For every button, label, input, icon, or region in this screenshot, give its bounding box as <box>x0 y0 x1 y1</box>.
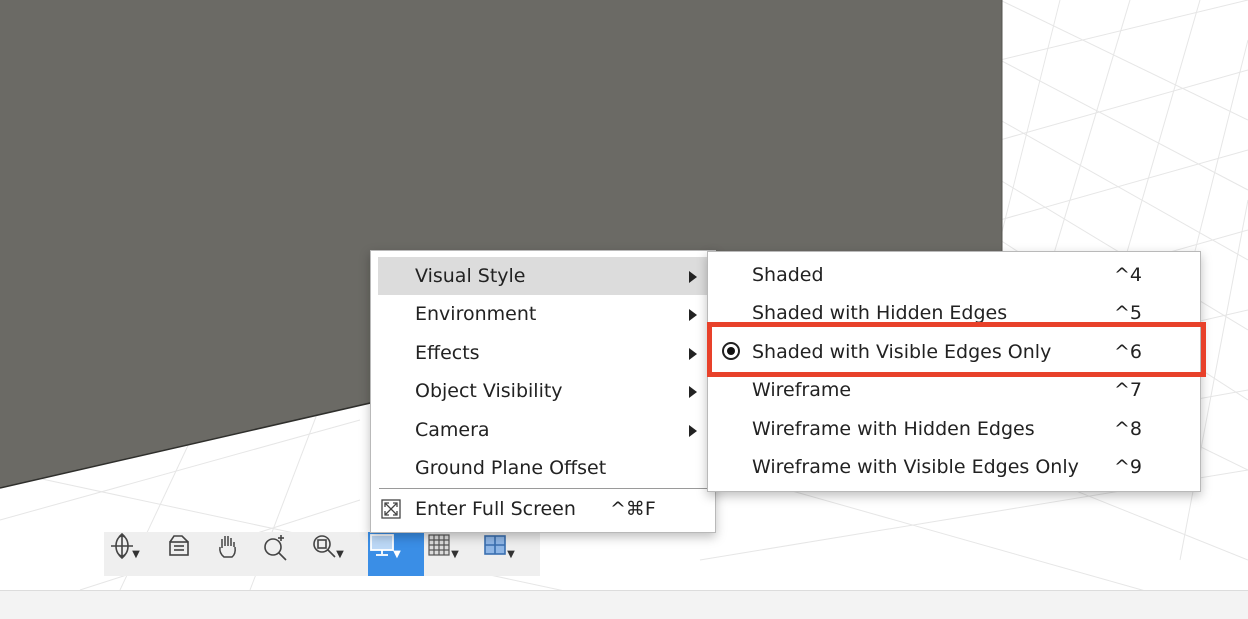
chevron-down-icon: ▼ <box>507 548 515 560</box>
submenu-arrow-icon <box>689 425 697 437</box>
visual-style-submenu: Shaded ^4 Shaded with Hidden Edges ^5 Sh… <box>707 251 1201 492</box>
menu-item-object-visibility[interactable]: Object Visibility <box>371 372 715 410</box>
menu-item-wireframe-visible-edges-only[interactable]: Wireframe with Visible Edges Only ^9 <box>708 448 1200 486</box>
menu-item-label: Wireframe with Hidden Edges <box>752 418 1035 440</box>
viewports-icon <box>484 535 506 555</box>
radio-selected-icon <box>722 342 740 360</box>
menu-item-label: Effects <box>415 342 480 364</box>
menu-item-label: Enter Full Screen <box>415 498 576 520</box>
orbit-icon <box>111 532 133 560</box>
chevron-down-icon: ▼ <box>451 548 459 560</box>
menu-item-label: Shaded <box>752 264 824 286</box>
orbit-tool[interactable]: ▼ <box>108 532 162 576</box>
shortcut-label: ^6 <box>1114 341 1143 363</box>
menu-item-enter-full-screen[interactable]: Enter Full Screen ^⌘F <box>371 490 715 528</box>
menu-item-label: Environment <box>415 303 537 325</box>
menu-item-label: Visual Style <box>415 265 526 287</box>
zoom-tool[interactable] <box>260 532 300 576</box>
menu-item-label: Camera <box>415 419 490 441</box>
display-settings-menu: Visual Style Environment Effects Object … <box>370 250 716 533</box>
look-at-tool[interactable] <box>166 532 204 576</box>
fullscreen-icon <box>381 499 401 519</box>
submenu-arrow-icon <box>689 348 697 360</box>
submenu-arrow-icon <box>689 309 697 321</box>
submenu-arrow-icon <box>689 271 697 283</box>
menu-item-environment[interactable]: Environment <box>371 295 715 333</box>
zoom-icon <box>264 535 287 561</box>
shortcut-label: ^9 <box>1114 456 1143 478</box>
shortcut-label: ^8 <box>1114 418 1143 440</box>
menu-item-shaded-visible-edges-only[interactable]: Shaded with Visible Edges Only ^6 <box>708 333 1200 371</box>
menu-item-label: Shaded with Hidden Edges <box>752 302 1008 324</box>
display-settings-icon <box>370 534 394 556</box>
shortcut-label: ^5 <box>1114 302 1143 324</box>
pan-hand-icon <box>219 536 236 558</box>
menu-divider <box>379 488 707 489</box>
display-settings-tool[interactable]: ▼ <box>368 532 424 576</box>
navigation-toolbar: ▼ ▼ ▼ ▼ ▼ <box>104 532 540 576</box>
pan-tool[interactable] <box>214 532 252 576</box>
menu-item-shaded-hidden-edges[interactable]: Shaded with Hidden Edges ^5 <box>708 294 1200 332</box>
menu-item-label: Shaded with Visible Edges Only <box>752 341 1052 363</box>
viewports-tool[interactable]: ▼ <box>482 532 538 576</box>
grid-snaps-icon <box>428 534 450 556</box>
shortcut-label: ^7 <box>1114 379 1143 401</box>
menu-item-wireframe-hidden-edges[interactable]: Wireframe with Hidden Edges ^8 <box>708 410 1200 448</box>
menu-item-label: Wireframe with Visible Edges Only <box>752 456 1079 478</box>
shortcut-label: ^4 <box>1114 264 1143 286</box>
menu-item-camera[interactable]: Camera <box>371 411 715 449</box>
menu-item-label: Ground Plane Offset <box>415 457 607 479</box>
menu-item-wireframe[interactable]: Wireframe ^7 <box>708 371 1200 409</box>
menu-item-visual-style[interactable]: Visual Style <box>378 257 709 295</box>
look-at-icon <box>169 535 189 556</box>
menu-item-ground-plane-offset[interactable]: Ground Plane Offset <box>371 449 715 487</box>
menu-item-label: Wireframe <box>752 379 852 401</box>
menu-item-label: Object Visibility <box>415 380 563 402</box>
menu-item-effects[interactable]: Effects <box>371 334 715 372</box>
menu-item-shaded[interactable]: Shaded ^4 <box>708 256 1200 294</box>
status-bar <box>0 590 1248 619</box>
submenu-arrow-icon <box>689 386 697 398</box>
shortcut-label: ^⌘F <box>610 498 656 520</box>
grid-snaps-tool[interactable]: ▼ <box>426 532 482 576</box>
fit-zoom-icon <box>313 535 336 558</box>
fit-zoom-tool[interactable]: ▼ <box>310 532 368 576</box>
